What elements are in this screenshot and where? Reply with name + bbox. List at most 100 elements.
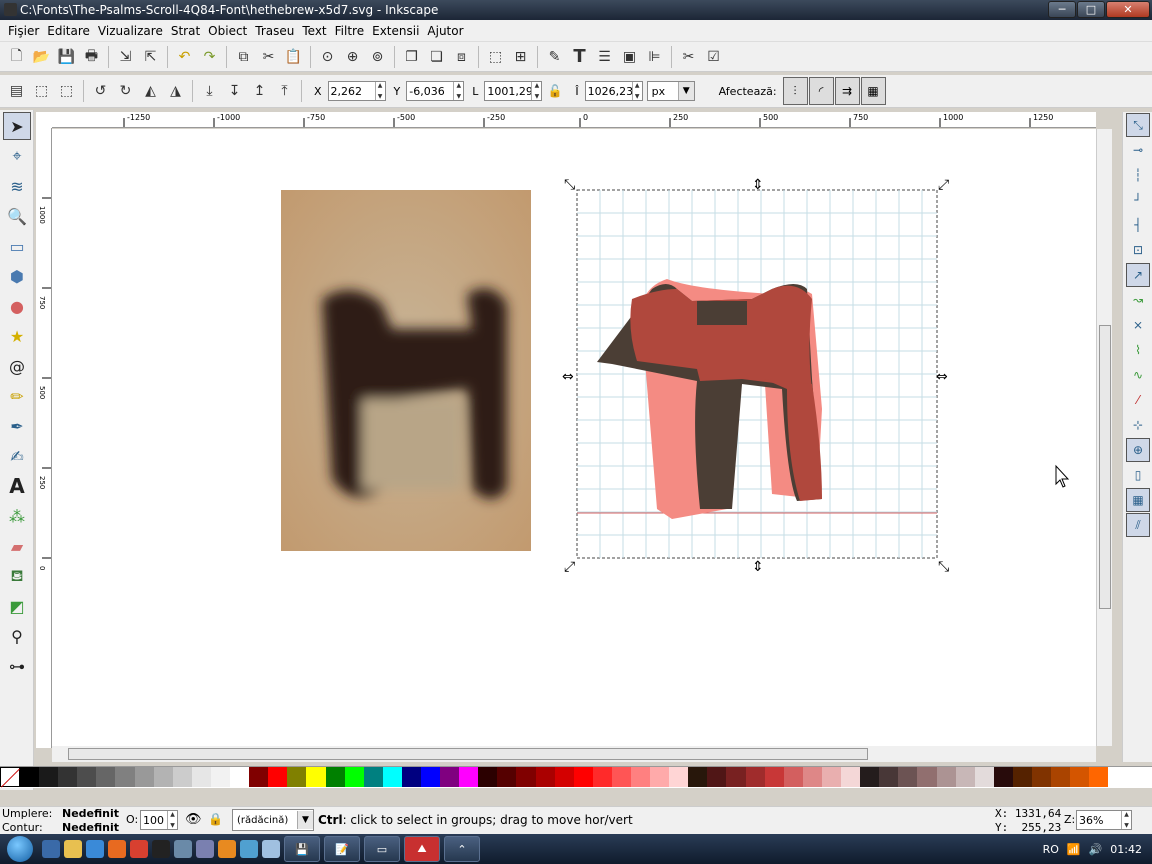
- snap-intersection-icon[interactable]: ⨯: [1126, 313, 1150, 337]
- snap-cusp-icon[interactable]: ⌇: [1126, 338, 1150, 362]
- height-input[interactable]: [585, 84, 632, 98]
- color-swatch[interactable]: [1089, 767, 1109, 787]
- color-swatch[interactable]: [535, 767, 555, 787]
- color-swatch[interactable]: [268, 767, 288, 787]
- color-swatch[interactable]: [650, 767, 670, 787]
- color-swatch[interactable]: [898, 767, 918, 787]
- scroll-thumb[interactable]: [1099, 325, 1111, 609]
- color-swatch[interactable]: [707, 767, 727, 787]
- vertical-scrollbar[interactable]: [1096, 129, 1112, 746]
- color-swatch[interactable]: [420, 767, 441, 787]
- language-indicator[interactable]: RO: [1043, 843, 1059, 856]
- php-icon[interactable]: [196, 840, 214, 858]
- scroll-image[interactable]: [281, 190, 531, 551]
- opacity-field[interactable]: ▲▼: [140, 810, 178, 830]
- flip-vertical-icon[interactable]: ◮: [163, 79, 188, 103]
- zoom-selection-icon[interactable]: ⊙: [315, 45, 340, 69]
- color-swatch[interactable]: [115, 767, 135, 787]
- copy-icon[interactable]: ⧉: [231, 45, 256, 69]
- pen-tool-icon[interactable]: ✒: [3, 412, 31, 440]
- save-icon[interactable]: 💾: [54, 45, 79, 69]
- resize-handle-e[interactable]: ⇔: [936, 369, 948, 385]
- horizontal-scrollbar[interactable]: [52, 746, 1096, 762]
- opacity-input[interactable]: [141, 813, 167, 827]
- snap-bbox-icon[interactable]: ⊸: [1126, 138, 1150, 162]
- affect-stroke-width-button[interactable]: ⫶: [782, 77, 808, 105]
- clock[interactable]: 01:42: [1110, 843, 1142, 856]
- layers-icon[interactable]: ☰: [592, 45, 617, 69]
- snap-object-midpoint-icon[interactable]: ⊹: [1126, 413, 1150, 437]
- color-swatch[interactable]: [440, 767, 460, 787]
- group-icon[interactable]: ⬚: [483, 45, 508, 69]
- layer-select[interactable]: (rădăcină) ▼: [232, 809, 314, 831]
- cut-icon[interactable]: ✂: [256, 45, 281, 69]
- resize-handle-nw[interactable]: ⤡: [564, 177, 575, 193]
- unit-select[interactable]: px ▼: [646, 81, 695, 101]
- snap-bbox-edge-icon[interactable]: ┆: [1126, 163, 1150, 187]
- chevron-down-icon[interactable]: ▼: [297, 811, 313, 829]
- snap-bbox-midpoint-icon[interactable]: ┤: [1126, 213, 1150, 237]
- snap-smooth-icon[interactable]: ∿: [1126, 363, 1150, 387]
- lower-to-bottom-icon[interactable]: ⤓: [197, 79, 222, 103]
- select-tool-icon[interactable]: ➤: [3, 112, 31, 140]
- color-swatch[interactable]: [191, 767, 211, 787]
- menu-file[interactable]: Fişier: [4, 24, 43, 38]
- zoom-page-icon[interactable]: ⊚: [365, 45, 390, 69]
- calc-icon[interactable]: [174, 840, 192, 858]
- snap-grid-icon[interactable]: ▦: [1126, 488, 1150, 512]
- close-button[interactable]: ✕: [1106, 1, 1150, 18]
- color-swatch[interactable]: [1012, 767, 1032, 787]
- color-swatch[interactable]: [879, 767, 899, 787]
- color-swatch[interactable]: [287, 767, 307, 787]
- menu-view[interactable]: Vizualizare: [94, 24, 167, 38]
- snap-enable-icon[interactable]: ⤡: [1126, 113, 1150, 137]
- color-swatch[interactable]: [1031, 767, 1052, 787]
- color-swatch[interactable]: [134, 767, 154, 787]
- snap-guide-icon[interactable]: ⫽: [1126, 513, 1150, 537]
- volume-icon[interactable]: 🔊: [1089, 843, 1103, 856]
- color-swatch[interactable]: [20, 767, 40, 787]
- top-ruler[interactable]: -1250 -1000 -750 -500 -250 0 250 500 750…: [52, 112, 1096, 128]
- redo-icon[interactable]: ↷: [197, 45, 222, 69]
- explorer-icon[interactable]: [64, 840, 82, 858]
- resize-handle-s[interactable]: ⇕: [752, 559, 764, 575]
- resize-handle-w[interactable]: ⇔: [562, 369, 574, 385]
- print-icon[interactable]: 🖶: [79, 45, 104, 69]
- spin-arrows[interactable]: ▲ ▼: [167, 811, 177, 829]
- spray-tool-icon[interactable]: ⁂: [3, 502, 31, 530]
- no-paint-swatch[interactable]: [0, 767, 20, 787]
- eraser-tool-icon[interactable]: ▰: [3, 532, 31, 560]
- color-swatch[interactable]: [401, 767, 421, 787]
- menu-extensions[interactable]: Extensii: [368, 24, 423, 38]
- color-swatch[interactable]: [96, 767, 116, 787]
- menu-edit[interactable]: Editare: [43, 24, 94, 38]
- affect-corners-button[interactable]: ◜: [808, 77, 834, 105]
- resize-handle-n[interactable]: ⇕: [752, 177, 764, 193]
- color-swatch[interactable]: [631, 767, 651, 787]
- undo-icon[interactable]: ↶: [172, 45, 197, 69]
- raise-icon[interactable]: ↥: [247, 79, 272, 103]
- color-swatch[interactable]: [802, 767, 822, 787]
- menu-help[interactable]: Ajutor: [423, 24, 467, 38]
- rotate-ccw-icon[interactable]: ↺: [88, 79, 113, 103]
- color-swatch[interactable]: [783, 767, 803, 787]
- align-icon[interactable]: ⊫: [642, 45, 667, 69]
- spin-arrows[interactable]: ▲ ▼: [631, 82, 642, 100]
- unlink-clone-icon[interactable]: ⧈: [449, 45, 474, 69]
- color-swatch[interactable]: [955, 767, 975, 787]
- select-all-layers-icon[interactable]: ⬚: [29, 79, 54, 103]
- pencil-tool-icon[interactable]: ✏: [3, 382, 31, 410]
- taskbar-app-inkscape[interactable]: ⛰: [404, 836, 440, 862]
- color-swatch[interactable]: [153, 767, 173, 787]
- spin-arrows[interactable]: ▲ ▼: [453, 82, 463, 100]
- resize-handle-sw[interactable]: ⤢: [564, 559, 575, 575]
- color-swatch[interactable]: [172, 767, 192, 787]
- affect-gradients-button[interactable]: ⇉: [834, 77, 860, 105]
- x-field[interactable]: ▲▼: [327, 81, 386, 101]
- snap-path-icon[interactable]: ↝: [1126, 288, 1150, 312]
- color-swatch[interactable]: [592, 767, 612, 787]
- paint-icon[interactable]: [240, 840, 258, 858]
- preferences-icon[interactable]: ✂: [676, 45, 701, 69]
- menu-path[interactable]: Traseu: [251, 24, 298, 38]
- width-input[interactable]: [485, 84, 532, 98]
